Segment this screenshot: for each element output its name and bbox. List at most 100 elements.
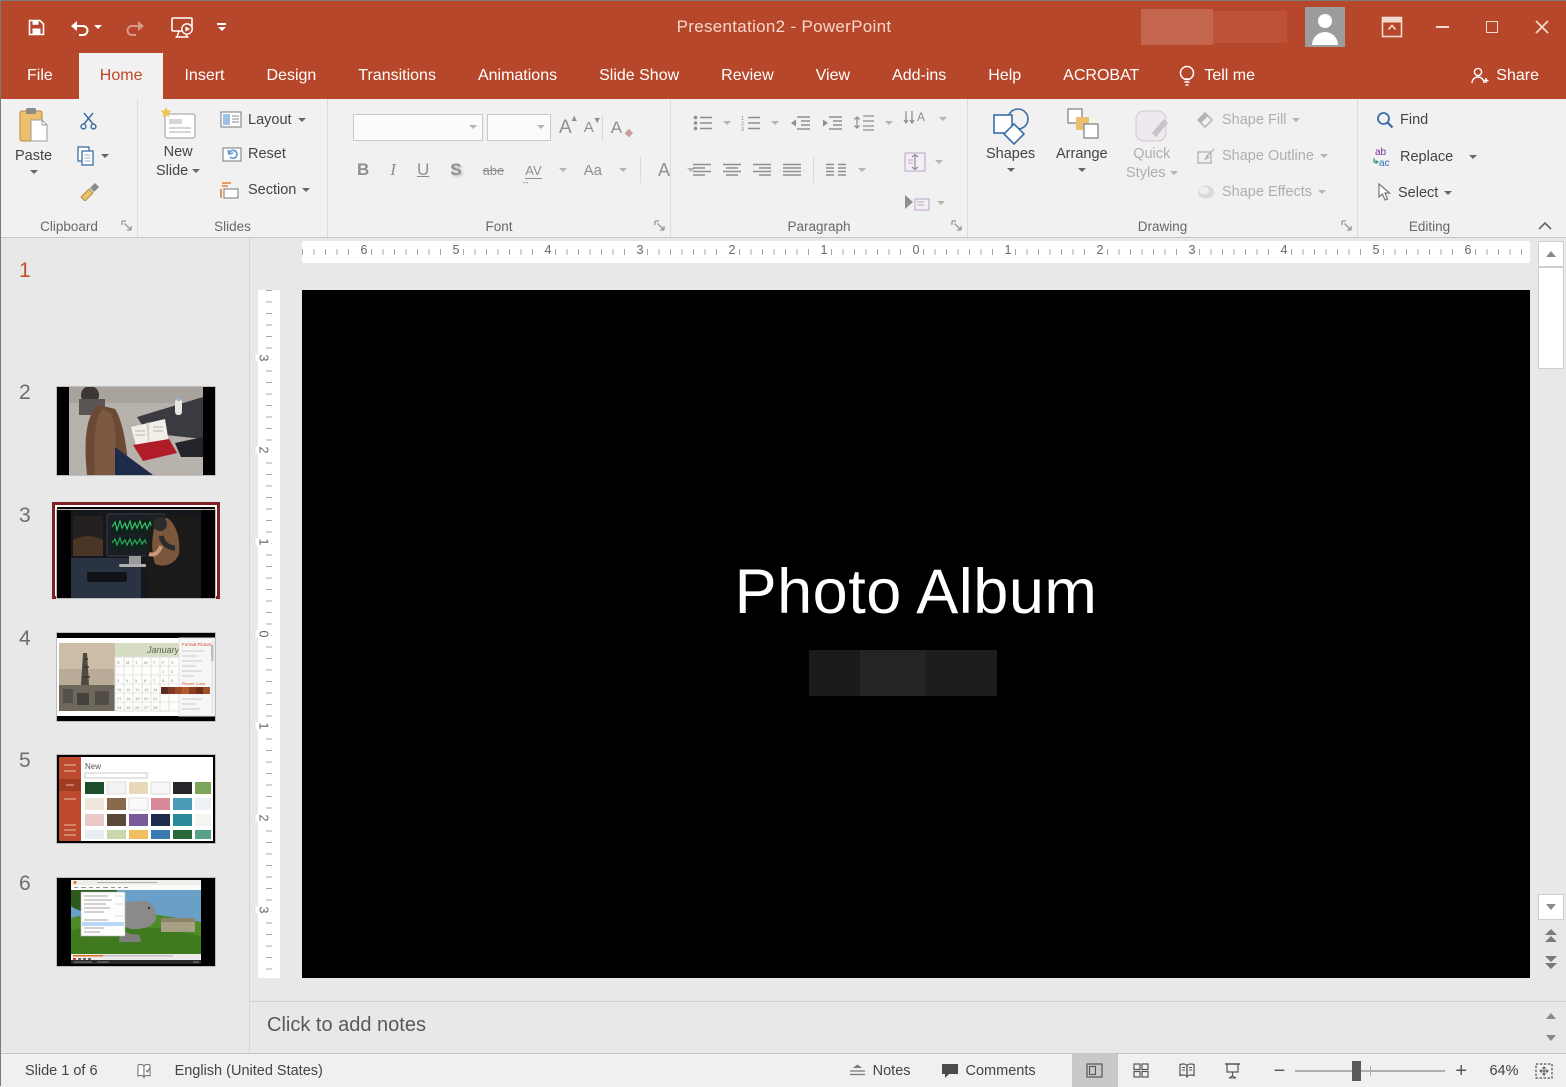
- convert-smartart-button[interactable]: [903, 193, 945, 213]
- tab-file[interactable]: File: [1, 53, 79, 99]
- slide-show-button[interactable]: [1210, 1054, 1256, 1087]
- next-slide-button[interactable]: [1538, 950, 1564, 974]
- text-shadow-button[interactable]: S: [446, 160, 465, 180]
- numbering-icon[interactable]: 123: [741, 115, 761, 131]
- drawing-dialog-launcher[interactable]: [1340, 219, 1353, 232]
- italic-button[interactable]: I: [386, 160, 400, 180]
- decrease-indent-icon[interactable]: [789, 115, 811, 131]
- paragraph-dialog-launcher[interactable]: [950, 219, 963, 232]
- slide-sorter-view-button[interactable]: [1118, 1054, 1164, 1087]
- reset-button[interactable]: Reset: [220, 145, 286, 162]
- layout-button[interactable]: Layout: [220, 111, 306, 128]
- clear-formatting-button[interactable]: A◆: [607, 118, 626, 138]
- bullets-arrow[interactable]: [723, 121, 731, 125]
- shape-outline-button[interactable]: Shape Outline: [1196, 147, 1328, 165]
- text-direction-button[interactable]: A: [903, 109, 947, 129]
- tab-add-ins[interactable]: Add-ins: [871, 53, 967, 99]
- language-indicator[interactable]: English (United States): [175, 1063, 323, 1079]
- ribbon-display-options-button[interactable]: [1367, 1, 1417, 53]
- font-dialog-launcher[interactable]: [653, 219, 666, 232]
- notes-pane[interactable]: Click to add notes: [250, 1001, 1566, 1053]
- fit-slide-to-window-button[interactable]: [1535, 1063, 1553, 1079]
- undo-dropdown-arrow[interactable]: [94, 25, 102, 29]
- columns-icon[interactable]: [826, 163, 846, 178]
- notes-toggle-button[interactable]: Notes: [849, 1063, 911, 1079]
- slide-canvas[interactable]: Photo Album: [302, 290, 1530, 978]
- find-button[interactable]: Find: [1376, 111, 1428, 129]
- horizontal-ruler[interactable]: 6 5 4 3 2 1 0 1 2 3 4 5 6: [302, 241, 1530, 263]
- vertical-ruler[interactable]: 3 2 1 0 1 2 3: [258, 290, 280, 978]
- zoom-slider-track[interactable]: [1295, 1070, 1445, 1072]
- minimize-button[interactable]: [1417, 1, 1467, 53]
- tab-home[interactable]: Home: [79, 53, 164, 99]
- zoom-slider-thumb[interactable]: [1352, 1061, 1361, 1081]
- bold-button[interactable]: B: [353, 160, 373, 180]
- line-spacing-icon[interactable]: [853, 114, 875, 131]
- replace-arrow[interactable]: [1469, 155, 1477, 159]
- font-name-combobox[interactable]: [353, 114, 483, 141]
- numbering-arrow[interactable]: [771, 121, 779, 125]
- tab-help[interactable]: Help: [967, 53, 1042, 99]
- slide-thumbnail-5[interactable]: New: [56, 754, 216, 844]
- tell-me-box[interactable]: Tell me: [1160, 53, 1273, 99]
- previous-slide-button[interactable]: [1538, 924, 1564, 948]
- tab-view[interactable]: View: [795, 53, 871, 99]
- shapes-button[interactable]: Shapes: [986, 107, 1035, 172]
- slide-thumbnail-6[interactable]: [56, 877, 216, 967]
- maximize-button[interactable]: [1467, 1, 1517, 53]
- change-case-button[interactable]: Aa: [580, 162, 606, 179]
- zoom-in-button[interactable]: +: [1455, 1061, 1467, 1081]
- scroll-down-button[interactable]: [1538, 894, 1564, 920]
- share-button[interactable]: Share: [1469, 53, 1539, 99]
- align-right-icon[interactable]: [753, 163, 771, 178]
- decrease-font-size-button[interactable]: A▼: [580, 119, 598, 136]
- undo-button[interactable]: [68, 19, 102, 36]
- replace-button[interactable]: ab ac Replace: [1372, 146, 1477, 168]
- strikethrough-button[interactable]: abe: [479, 163, 509, 178]
- format-painter-button[interactable]: [79, 181, 101, 201]
- save-button[interactable]: [27, 18, 46, 37]
- scrollbar-thumb[interactable]: [1538, 267, 1564, 369]
- start-from-beginning-button[interactable]: [169, 16, 195, 38]
- select-arrow[interactable]: [1444, 191, 1452, 195]
- align-text-button[interactable]: [903, 151, 943, 173]
- clipboard-dialog-launcher[interactable]: [120, 219, 133, 232]
- bullets-icon[interactable]: [693, 115, 713, 131]
- slide-indicator[interactable]: Slide 1 of 6: [25, 1063, 98, 1079]
- paste-button[interactable]: Paste: [15, 107, 52, 174]
- underline-button[interactable]: U: [413, 160, 433, 180]
- redo-button[interactable]: [124, 19, 147, 36]
- slide-thumbnail-4[interactable]: January SMTWTFS 12 3456789 1011121314 17…: [56, 632, 216, 722]
- copy-dropdown-arrow[interactable]: [101, 154, 109, 158]
- spell-check-button[interactable]: [136, 1063, 153, 1079]
- customize-qat-button[interactable]: [217, 23, 226, 31]
- zoom-out-button[interactable]: −: [1274, 1061, 1286, 1081]
- shape-fill-button[interactable]: Shape Fill: [1196, 111, 1300, 129]
- character-spacing-arrow[interactable]: [559, 168, 567, 172]
- close-button[interactable]: [1517, 1, 1566, 53]
- tab-design[interactable]: Design: [245, 53, 337, 99]
- character-spacing-button[interactable]: AV↔: [521, 163, 545, 178]
- font-size-combobox[interactable]: [487, 114, 551, 141]
- increase-indent-icon[interactable]: [821, 115, 843, 131]
- paste-dropdown-arrow[interactable]: [30, 170, 38, 174]
- tab-slide-show[interactable]: Slide Show: [578, 53, 700, 99]
- tab-transitions[interactable]: Transitions: [337, 53, 457, 99]
- justify-icon[interactable]: [783, 163, 801, 178]
- select-button[interactable]: Select: [1376, 183, 1452, 202]
- zoom-level[interactable]: 64%: [1483, 1063, 1525, 1079]
- notes-scroll-up[interactable]: [1538, 1006, 1564, 1026]
- shape-effects-button[interactable]: Shape Effects: [1196, 183, 1326, 201]
- align-center-icon[interactable]: [723, 163, 741, 178]
- slide-title-text[interactable]: Photo Album: [302, 556, 1530, 628]
- tab-animations[interactable]: Animations: [457, 53, 578, 99]
- slide-thumbnail-3[interactable]: [56, 509, 216, 599]
- avatar[interactable]: [1305, 7, 1345, 47]
- quick-styles-button[interactable]: Quick Styles: [1126, 107, 1178, 183]
- section-button[interactable]: Section: [220, 181, 310, 199]
- cut-button[interactable]: [79, 111, 98, 130]
- notes-scroll-down[interactable]: [1538, 1028, 1564, 1048]
- comments-toggle-button[interactable]: Comments: [941, 1063, 1036, 1079]
- line-spacing-arrow[interactable]: [885, 121, 893, 125]
- arrange-button[interactable]: Arrange: [1056, 107, 1108, 172]
